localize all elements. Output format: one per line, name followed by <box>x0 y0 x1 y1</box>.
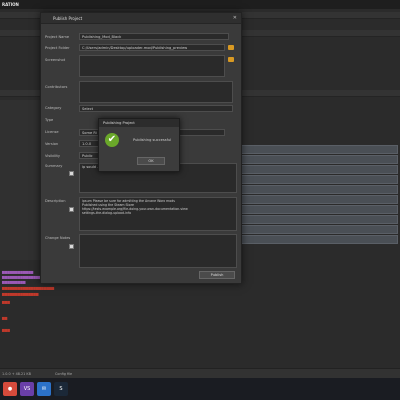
dialog-title-bar: Publish Project ✕ <box>41 13 241 24</box>
right-panel-header <box>240 12 400 19</box>
publishing-success-modal: Publishing Project ✔ Publishing successf… <box>98 118 180 172</box>
visibility-label: Visibility <box>45 154 61 158</box>
log-line: ▆▆ <box>2 316 8 320</box>
summary-checkbox[interactable] <box>69 171 74 176</box>
category-select[interactable]: Select <box>79 105 233 112</box>
project-name-input[interactable]: Publishing_Mod_Black <box>79 33 229 40</box>
inspector-row[interactable] <box>240 205 398 214</box>
inspector-row[interactable] <box>240 155 398 164</box>
taskbar: ● VS ✉ S <box>0 378 400 400</box>
description-input[interactable]: ipsum Please be sure for admitting the A… <box>79 197 237 231</box>
project-folder-input[interactable]: C:/Users/admin/Desktop/uploader-mod/Publ… <box>79 44 225 51</box>
log-line: ▆▆▆▆▆▆▆▆▆ <box>2 280 26 284</box>
modal-title: Publishing Project <box>103 121 135 125</box>
summary-label: Summary <box>45 164 63 168</box>
window-title-bar: RATION <box>0 0 400 9</box>
contributors-input[interactable] <box>79 81 233 103</box>
screenshot-label: Screenshot <box>45 58 66 62</box>
version-label: Version <box>45 142 59 146</box>
description-checkbox[interactable] <box>69 207 74 212</box>
left-panel-row <box>0 90 40 97</box>
log-line: ▆▆▆▆▆▆▆▆▆▆▆▆▆▆ <box>2 292 39 296</box>
folder-icon[interactable] <box>228 57 234 62</box>
change-notes-label: Change Notes <box>45 236 71 240</box>
log-line: ▆▆▆▆▆▆▆▆▆▆▆▆▆▆▆▆ <box>2 275 44 279</box>
success-check-icon: ✔ <box>105 133 119 147</box>
inspector-row[interactable] <box>240 175 398 184</box>
inspector-row[interactable] <box>240 145 398 154</box>
left-panel-header <box>0 12 40 19</box>
inspector-row[interactable] <box>240 235 398 244</box>
inspector-row[interactable] <box>240 195 398 204</box>
app-title: RATION <box>2 2 19 7</box>
visibility-select[interactable]: Public <box>79 152 99 159</box>
left-panel-row <box>0 30 40 37</box>
right-panel-row <box>240 30 400 37</box>
inspector-row[interactable] <box>240 225 398 234</box>
publish-button[interactable]: Publish <box>199 271 235 279</box>
log-line: ▆▆▆ <box>2 300 10 304</box>
version-input[interactable]: 1.0.0 <box>79 140 99 147</box>
inspector-row[interactable] <box>240 165 398 174</box>
inspector-field-list <box>240 145 398 265</box>
project-name-label: Project Name <box>45 35 70 39</box>
log-line: ▆▆▆ <box>2 328 10 332</box>
modal-title-bar: Publishing Project <box>99 119 179 127</box>
ok-button[interactable]: OK <box>137 157 165 165</box>
category-label: Category <box>45 106 62 110</box>
chrome-icon[interactable]: ● <box>3 382 17 396</box>
type-label: Type <box>45 118 54 122</box>
folder-icon[interactable] <box>228 45 234 50</box>
inspector-row[interactable] <box>240 185 398 194</box>
status-left: 1.0.0 + 48.21 KB <box>2 372 31 376</box>
screenshot-input[interactable] <box>79 55 225 77</box>
modal-message: Publishing successful <box>133 138 172 142</box>
description-label: Description <box>45 199 66 203</box>
steam-icon[interactable]: S <box>54 382 68 396</box>
change-notes-input[interactable] <box>79 234 237 268</box>
status-right: Config file <box>55 372 73 376</box>
log-line: ▆▆▆▆▆▆▆▆▆▆▆▆▆▆▆▆▆▆▆▆ <box>2 286 55 290</box>
dialog-title: Publish Project <box>53 16 83 21</box>
project-folder-label: Project Folder <box>45 46 70 50</box>
mail-icon[interactable]: ✉ <box>37 382 51 396</box>
license-label: License <box>45 130 59 134</box>
inspector-row[interactable] <box>240 215 398 224</box>
change-notes-checkbox[interactable] <box>69 244 74 249</box>
log-line: ▆▆▆▆▆▆▆▆▆▆▆▆ <box>2 270 34 274</box>
visual-studio-icon[interactable]: VS <box>20 382 34 396</box>
left-panel-body <box>0 100 40 260</box>
right-panel-row <box>240 90 400 97</box>
contributors-label: Contributors <box>45 85 68 89</box>
close-icon[interactable]: ✕ <box>233 15 237 21</box>
